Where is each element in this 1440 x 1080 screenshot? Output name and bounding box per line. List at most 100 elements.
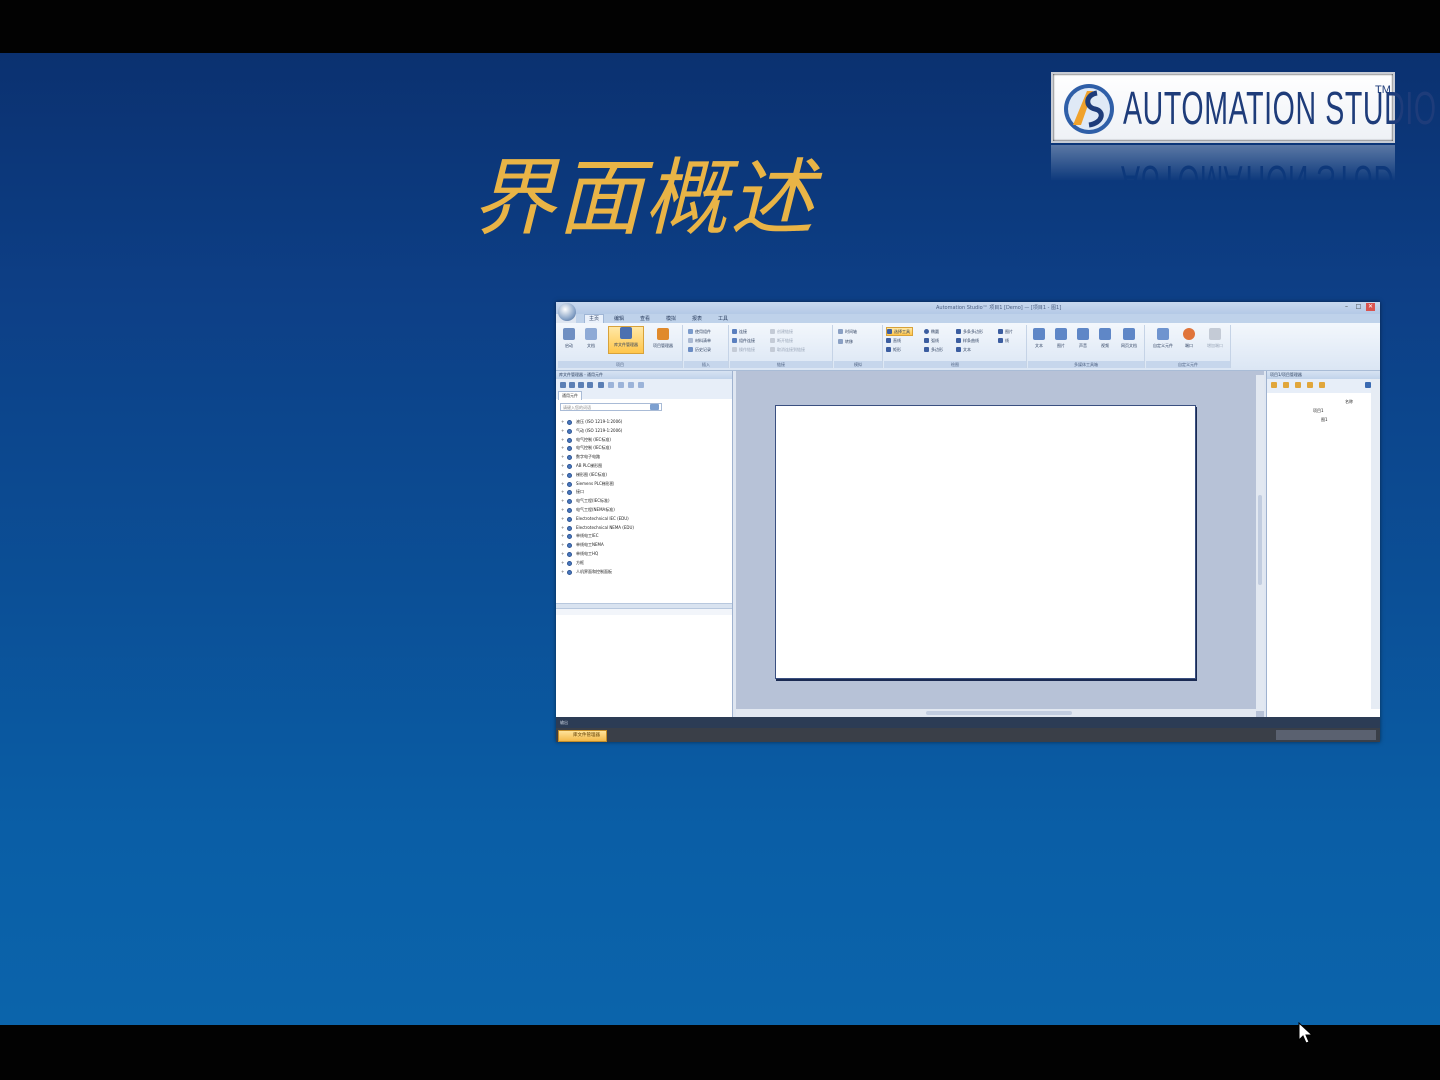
rectangle-tool-button[interactable]: 矩形 xyxy=(886,346,901,353)
project-tool-icon[interactable] xyxy=(1295,382,1301,388)
project-manager-button[interactable]: 项目管理器 xyxy=(648,328,678,349)
library-search-input[interactable]: 请键入您的词语 xyxy=(560,403,662,411)
tree-item[interactable]: + 单线电工HQ xyxy=(558,550,728,559)
tree-item[interactable]: + Electrotechnical NEMA (EDU) xyxy=(558,524,728,533)
minimize-button[interactable]: – xyxy=(1342,303,1351,311)
project-scrollbar[interactable] xyxy=(1371,379,1380,709)
project-tool-icon[interactable] xyxy=(1271,382,1277,388)
component-link-button[interactable]: 组件连接 xyxy=(732,337,755,344)
transfer-dropdown[interactable]: 转移 xyxy=(838,338,853,345)
history-button[interactable]: 历史记录 xyxy=(688,346,711,353)
add-port-button[interactable]: 增加端口 xyxy=(1202,328,1228,349)
expand-icon[interactable]: + xyxy=(561,488,564,497)
image-tool-button[interactable]: 图片 xyxy=(998,328,1013,335)
project-tool-icon[interactable] xyxy=(1283,382,1289,388)
bill-of-materials-button[interactable]: 材料清单 xyxy=(688,337,711,344)
select-tool-button[interactable]: 选择工具 xyxy=(886,327,913,336)
tree-item[interactable]: + 接口 xyxy=(558,488,728,497)
tree-item[interactable]: + Siemens PLC梯形图 xyxy=(558,480,728,489)
tree-item[interactable]: + Electrotechnical IEC (EDU) xyxy=(558,515,728,524)
break-link-button[interactable]: 断开链接 xyxy=(770,337,793,344)
custom-component-button[interactable]: 自定义元件 xyxy=(1148,328,1178,349)
expand-icon[interactable]: + xyxy=(561,568,564,577)
expand-icon[interactable]: + xyxy=(561,524,564,533)
expand-icon[interactable]: + xyxy=(561,497,564,506)
expand-icon[interactable]: + xyxy=(561,532,564,541)
library-tool-icon[interactable] xyxy=(618,382,624,388)
media-web-button[interactable]: 网页文档 xyxy=(1116,328,1142,349)
status-tab-library-manager[interactable]: 库文件管理器 xyxy=(558,730,607,742)
media-text-button[interactable]: 文本 xyxy=(1030,328,1048,349)
line-tool-button[interactable]: 直线 xyxy=(886,337,901,344)
diagram-page[interactable] xyxy=(775,405,1196,679)
spline-tool-button[interactable]: 样条曲线 xyxy=(956,337,979,344)
expand-icon[interactable]: + xyxy=(561,506,564,515)
connect-button[interactable]: 连接 xyxy=(732,328,747,335)
text-tool-button[interactable]: 文本 xyxy=(956,346,971,353)
tree-item[interactable]: + 梯形图 (IEC标准) xyxy=(558,471,728,480)
app-menu-orb-icon[interactable] xyxy=(558,303,576,321)
tree-item[interactable]: + 单线电工NEMA xyxy=(558,541,728,550)
vertical-scrollbar[interactable] xyxy=(1256,375,1264,711)
library-tool-icon[interactable] xyxy=(560,382,566,388)
operate-link-button[interactable]: 操作链接 xyxy=(732,346,755,353)
expand-icon[interactable]: + xyxy=(561,471,564,480)
expand-icon[interactable]: + xyxy=(561,444,564,453)
tab-edit[interactable]: 编辑 xyxy=(610,315,628,323)
library-tool-icon[interactable] xyxy=(587,382,593,388)
media-image-button[interactable]: 图片 xyxy=(1052,328,1070,349)
project-tool-icon[interactable] xyxy=(1319,382,1325,388)
library-tool-icon[interactable] xyxy=(608,382,614,388)
expand-icon[interactable]: + xyxy=(561,453,564,462)
expand-icon[interactable]: + xyxy=(561,541,564,550)
port-button[interactable]: 端口 xyxy=(1180,328,1198,349)
expand-icon[interactable]: + xyxy=(561,480,564,489)
zoom-control[interactable] xyxy=(1276,730,1376,740)
tree-item[interactable]: + 方框 xyxy=(558,559,728,568)
timeline-dropdown[interactable]: 时间轴 xyxy=(838,328,857,335)
polygon-tool-button[interactable]: 多边形 xyxy=(924,346,943,353)
start-button[interactable]: 启动 xyxy=(560,328,578,349)
ellipse-tool-button[interactable]: 椭圆 xyxy=(924,328,939,335)
expand-icon[interactable]: + xyxy=(561,418,564,427)
expand-icon[interactable]: + xyxy=(561,436,564,445)
tree-item[interactable]: + 电气工程(NEMA标准) xyxy=(558,506,728,515)
tree-item[interactable]: + 电气控制 (IEC标准) xyxy=(558,436,728,445)
use-component-button[interactable]: 使用组件 xyxy=(688,328,711,335)
tree-item[interactable]: + 电气工程(IEC标准) xyxy=(558,497,728,506)
line-style-button[interactable]: 线 xyxy=(998,337,1009,344)
cancel-link-button[interactable]: 取消连接到链接 xyxy=(770,346,805,353)
vertical-scroll-thumb[interactable] xyxy=(1258,495,1262,585)
tab-report[interactable]: 报表 xyxy=(688,315,706,323)
library-tool-icon[interactable] xyxy=(628,382,634,388)
expand-icon[interactable]: + xyxy=(561,462,564,471)
media-video-button[interactable]: 视频 xyxy=(1096,328,1114,349)
media-sound-button[interactable]: 声音 xyxy=(1074,328,1092,349)
tab-home[interactable]: 主页 xyxy=(584,314,605,323)
horizontal-scrollbar[interactable] xyxy=(736,709,1256,717)
create-link-button[interactable]: 创建链接 xyxy=(770,328,793,335)
tab-general-components[interactable]: 通用元件 xyxy=(558,391,582,400)
document-button[interactable]: 文档 xyxy=(582,328,600,349)
library-tool-icon[interactable] xyxy=(598,382,604,388)
tab-simulation[interactable]: 模拟 xyxy=(662,315,680,323)
tree-item[interactable]: + 电气控制 (IEC标准) xyxy=(558,444,728,453)
tree-item[interactable]: + 单线电工IEC xyxy=(558,532,728,541)
project-tree-item[interactable]: 项目1 xyxy=(1313,408,1324,414)
library-manager-button[interactable]: 库文件管理器 xyxy=(608,326,644,354)
arc-tool-button[interactable]: 弧线 xyxy=(924,337,939,344)
library-tool-icon[interactable] xyxy=(578,382,584,388)
expand-icon[interactable]: + xyxy=(561,515,564,524)
search-icon[interactable] xyxy=(650,404,659,410)
library-tool-icon[interactable] xyxy=(638,382,644,388)
tree-item[interactable]: + 数字电子电路 xyxy=(558,453,728,462)
project-tool-icon[interactable] xyxy=(1307,382,1313,388)
multi-polygon-tool-button[interactable]: 多条多边形 xyxy=(956,328,983,335)
tree-item[interactable]: + 人机界面和控制面板 xyxy=(558,568,728,577)
project-tree-item[interactable]: 图1 xyxy=(1321,417,1328,423)
tree-item[interactable]: + 气动 (ISO 1219-1:2006) xyxy=(558,427,728,436)
tab-tools[interactable]: 工具 xyxy=(714,315,732,323)
expand-icon[interactable]: + xyxy=(561,550,564,559)
horizontal-scroll-thumb[interactable] xyxy=(926,711,1072,715)
maximize-button[interactable]: □ xyxy=(1354,303,1363,311)
